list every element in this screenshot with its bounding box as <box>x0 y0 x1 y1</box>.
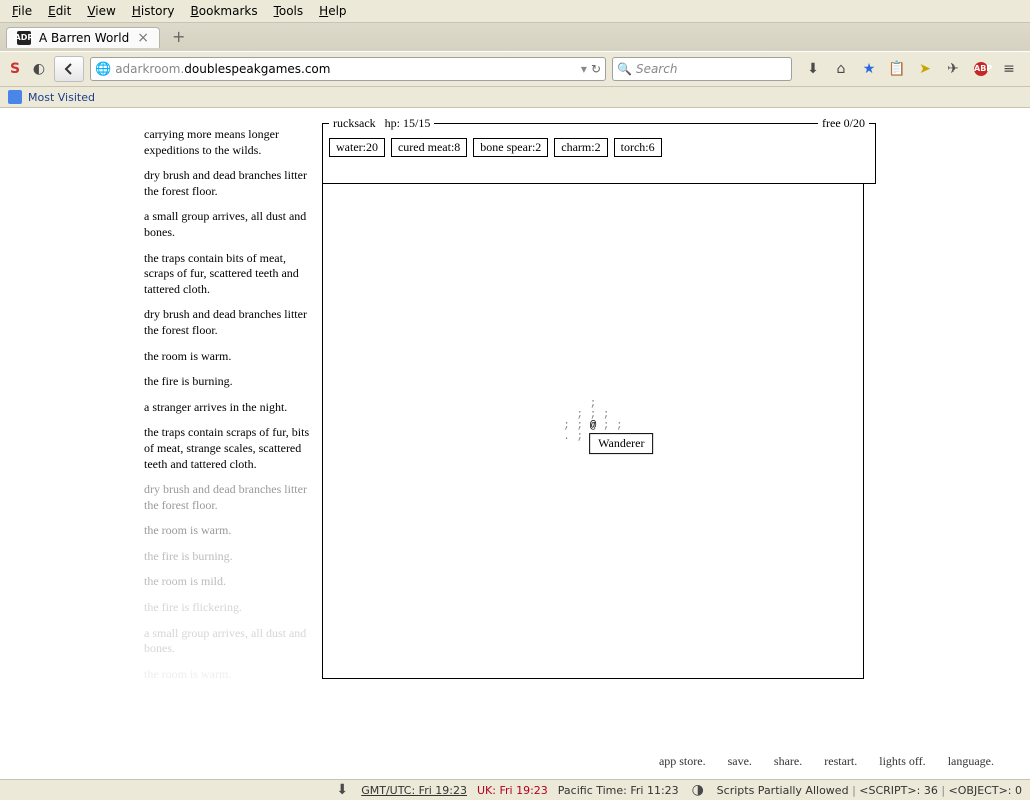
rucksack-item[interactable]: torch:6 <box>614 138 662 157</box>
clock-uk: UK: Fri 19:23 <box>477 784 548 797</box>
globe-icon: 🌐 <box>95 62 111 77</box>
notification: the fire is flickering. <box>144 600 314 616</box>
notification: a small group arrives, all dust and bone… <box>144 626 314 657</box>
clock-gmt[interactable]: GMT/UTC: Fri 19:23 <box>361 784 467 797</box>
rucksack-items: water:20 cured meat:8 bone spear:2 charm:2 t… <box>329 138 869 157</box>
search-bar[interactable]: 🔍 Search <box>612 57 792 81</box>
notification: the fire is burning. <box>144 549 314 565</box>
notification: dry brush and dead branches litter the f… <box>144 168 314 199</box>
download-status-icon[interactable]: ⬇ <box>333 781 351 799</box>
footer-link[interactable]: share. <box>774 754 802 769</box>
script-status: Scripts Partially Allowed | <SCRIPT>: 36… <box>717 784 1022 797</box>
back-button[interactable] <box>54 56 84 82</box>
search-icon: 🔍 <box>617 62 632 76</box>
bookmarks-toolbar: Most Visited <box>0 87 1030 108</box>
footer-link[interactable]: save. <box>728 754 752 769</box>
menu-edit[interactable]: Edit <box>42 2 77 20</box>
rucksack-header: rucksack hp: 15/15 <box>329 116 434 131</box>
noscript-status-icon[interactable]: ◑ <box>689 781 707 799</box>
notification: the fire is burning. <box>144 374 314 390</box>
game-root: carrying more means longer expeditions t… <box>0 109 1020 779</box>
search-placeholder: Search <box>636 62 678 76</box>
downloads-icon[interactable]: ⬇ <box>804 60 822 78</box>
footer-link[interactable]: restart. <box>824 754 857 769</box>
tab-strip: ADR A Barren World × + <box>0 22 1030 51</box>
clock-pacific: Pacific Time: Fri 11:23 <box>558 784 679 797</box>
menu-help[interactable]: Help <box>313 2 352 20</box>
notification: the traps contain bits of meat, scraps o… <box>144 251 314 298</box>
clock-widget: GMT/UTC: Fri 19:23 UK: Fri 19:23 Pacific… <box>361 784 678 797</box>
map-tooltip: Wanderer <box>589 433 653 454</box>
menu-tools[interactable]: Tools <box>268 2 310 20</box>
extension-icon[interactable]: ◐ <box>30 60 48 78</box>
tab-title: A Barren World <box>39 31 129 45</box>
browser-tab[interactable]: ADR A Barren World × <box>6 27 160 48</box>
footer-link[interactable]: app store. <box>659 754 706 769</box>
favicon: ADR <box>17 31 31 45</box>
rucksack-item[interactable]: water:20 <box>329 138 385 157</box>
notification: a small group arrives, all dust and bone… <box>144 209 314 240</box>
menu-view[interactable]: View <box>81 2 121 20</box>
status-bar: ⬇ GMT/UTC: Fri 19:23 UK: Fri 19:23 Pacif… <box>0 779 1030 800</box>
notification: the room is warm. <box>144 667 314 683</box>
hamburger-menu-icon[interactable]: ≡ <box>1000 60 1018 78</box>
notification: the room is mild. <box>144 574 314 590</box>
dropdown-icon[interactable]: ▾ <box>581 62 587 76</box>
nav-toolbar: S ◐ 🌐 adarkroom.doublespeakgames.com ▾ ↻… <box>0 51 1030 87</box>
rucksack-item[interactable]: bone spear:2 <box>473 138 548 157</box>
new-tab-button[interactable]: + <box>166 29 191 45</box>
menu-bookmarks[interactable]: Bookmarks <box>185 2 264 20</box>
rucksack-item[interactable]: charm:2 <box>554 138 607 157</box>
world-map[interactable]: ; ; ; ; ; ; @ ; ; . ; ; ; ; Wanderer <box>322 183 864 679</box>
menu-history[interactable]: History <box>126 2 181 20</box>
menubar: FileEditView HistoryBookmarksToolsHelp <box>0 0 1030 22</box>
menu-file[interactable]: File <box>6 2 38 20</box>
url-text: adarkroom.doublespeakgames.com <box>115 62 577 76</box>
notification-feed: carrying more means longer expeditions t… <box>144 127 314 692</box>
pointer-icon[interactable]: ➤ <box>916 60 934 78</box>
bookmark-most-visited[interactable]: Most Visited <box>28 91 95 104</box>
home-icon[interactable]: ⌂ <box>832 60 850 78</box>
page-viewport: carrying more means longer expeditions t… <box>0 108 1030 779</box>
notification: dry brush and dead branches litter the f… <box>144 482 314 513</box>
reload-icon[interactable]: ↻ <box>591 62 601 76</box>
notification: a stranger arrives in the night. <box>144 400 314 416</box>
footer-link[interactable]: language. <box>948 754 994 769</box>
notification: the traps contain scraps of fur, bits of… <box>144 425 314 472</box>
notification: carrying more means longer expeditions t… <box>144 127 314 158</box>
footer-links: app store. save. share. restart. lights off.… <box>659 754 994 769</box>
noscript-icon[interactable]: S <box>6 60 24 78</box>
notification: the room is warm. <box>144 523 314 539</box>
bookmark-star-icon[interactable]: ★ <box>860 60 878 78</box>
rucksack-item[interactable]: cured meat:8 <box>391 138 467 157</box>
send-icon[interactable]: ✈ <box>944 60 962 78</box>
address-bar[interactable]: 🌐 adarkroom.doublespeakgames.com ▾ ↻ <box>90 57 606 81</box>
bookmark-folder-icon <box>8 90 22 104</box>
adblock-icon[interactable]: ABP <box>972 60 990 78</box>
clipboard-icon[interactable]: 📋 <box>888 60 906 78</box>
rucksack-free: free 0/20 <box>818 116 869 131</box>
tab-close-icon[interactable]: × <box>137 31 149 45</box>
notification: dry brush and dead branches litter the f… <box>144 307 314 338</box>
notification: the room is warm. <box>144 349 314 365</box>
footer-link[interactable]: lights off. <box>879 754 925 769</box>
rucksack-panel: rucksack hp: 15/15 free 0/20 water:20cur… <box>322 123 876 184</box>
